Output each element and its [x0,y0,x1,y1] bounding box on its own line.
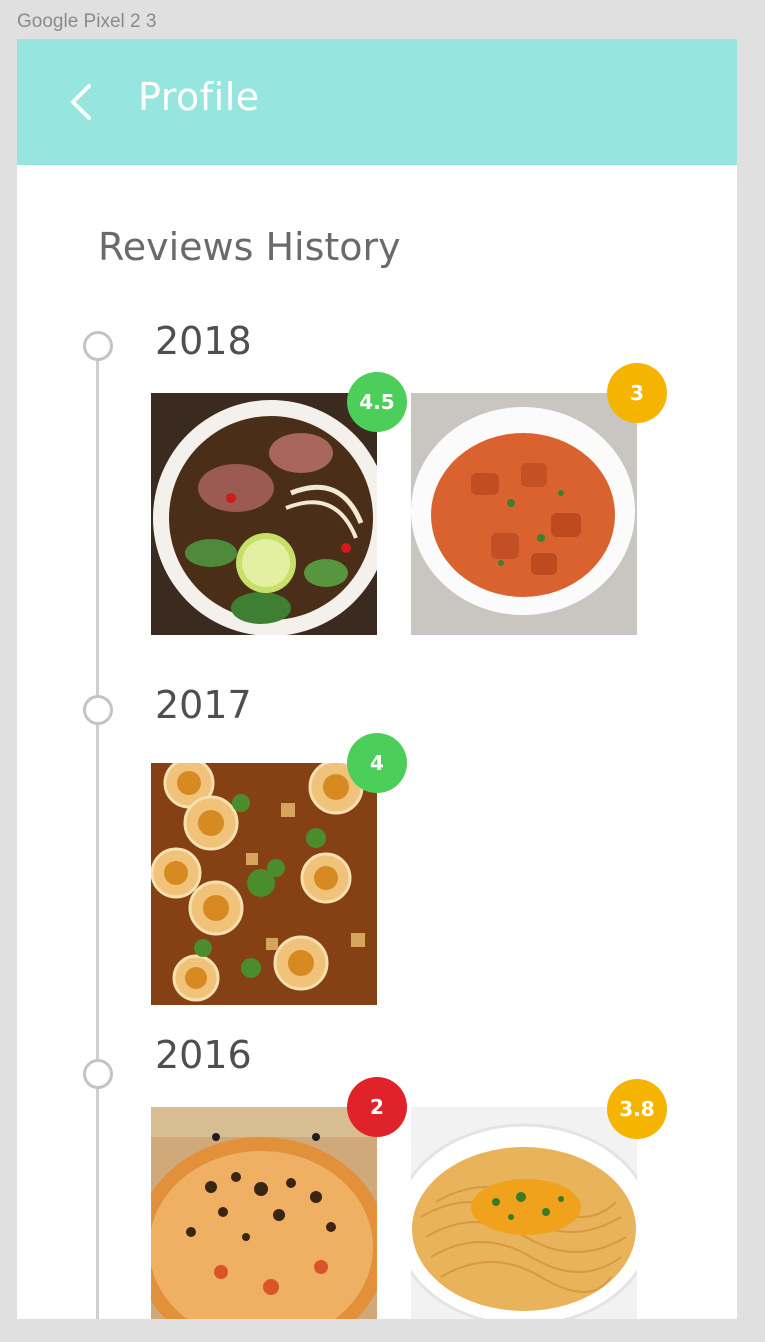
rating-badge: 4 [347,733,407,793]
review-photo-chicken-curry[interactable] [411,393,637,635]
reviews-history-heading: Reviews History [98,225,401,269]
timeline-node-2016 [83,1059,113,1089]
year-label-2016: 2016 [155,1033,252,1077]
review-photo-spaghetti[interactable] [411,1107,637,1319]
app-bar: Profile [17,39,737,165]
rating-badge: 4.5 [347,372,407,432]
back-button[interactable] [55,77,105,127]
page-title: Profile [138,75,260,119]
rating-badge: 3 [607,363,667,423]
timeline-line [96,359,99,1319]
rating-badge: 3.8 [607,1079,667,1139]
review-photo-egg-curry[interactable] [151,763,377,1005]
timeline-node-2017 [83,695,113,725]
year-label-2018: 2018 [155,319,252,363]
device-label: Google Pixel 2 3 [17,11,157,32]
timeline-node-2018 [83,331,113,361]
year-label-2017: 2017 [155,683,252,727]
rating-badge: 2 [347,1077,407,1137]
review-photo-pho[interactable] [151,393,377,635]
phone-screen: Profile Reviews History 2018 4.5 3 2017 … [17,39,737,1319]
chevron-left-icon [71,84,91,120]
review-photo-pizza[interactable] [151,1107,377,1319]
